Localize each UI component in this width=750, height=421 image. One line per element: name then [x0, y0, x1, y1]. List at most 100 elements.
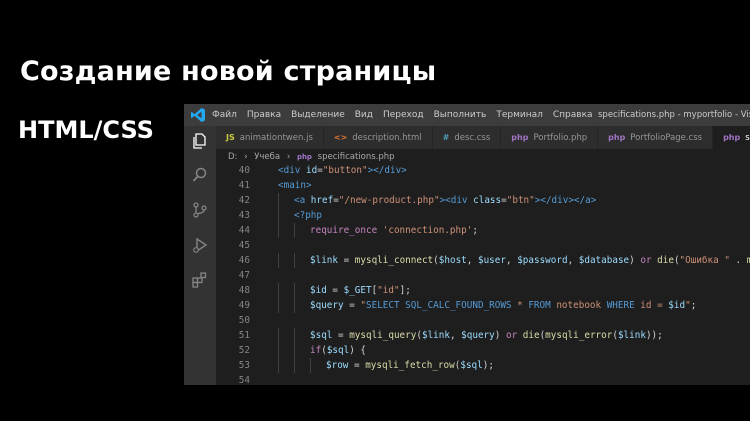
- run-debug-icon[interactable]: [191, 236, 209, 254]
- chevron-right-icon: ›: [286, 152, 291, 162]
- code-token: <?php: [294, 210, 322, 221]
- code-token: ;: [472, 225, 478, 236]
- code-token: =: [343, 300, 361, 311]
- window-title: specifications.php - myportfolio - Visua…: [598, 110, 750, 120]
- code-token: =: [338, 255, 355, 266]
- line-number: 47: [238, 270, 250, 281]
- code-token: .: [729, 255, 747, 266]
- code-token: mysqli_error: [545, 330, 613, 341]
- code-token: $sql: [310, 330, 333, 341]
- explorer-icon[interactable]: [191, 132, 209, 150]
- editor-tab[interactable]: php specif: [713, 126, 750, 149]
- code-token: ,: [466, 255, 478, 266]
- menu-item[interactable]: Терминал: [496, 110, 543, 120]
- code-token: FROM: [528, 300, 557, 311]
- activity-bar: [184, 126, 216, 385]
- code-line: 48 $id = $_GET["id"];: [216, 283, 750, 298]
- editor-tab[interactable]: JS animationtwen.js: [216, 126, 324, 149]
- code-token: SELECT SQL_CALC_FOUND_ROWS: [366, 300, 518, 311]
- breadcrumb-file[interactable]: specifications.php: [318, 152, 395, 162]
- code-token: require_once: [310, 225, 383, 236]
- editor-tab[interactable]: # desc.css: [432, 126, 502, 149]
- code-token: =: [332, 330, 350, 341]
- code-token: $host: [438, 255, 467, 266]
- search-icon[interactable]: [191, 166, 209, 184]
- code-token: $user: [477, 255, 506, 266]
- editor-tab[interactable]: <> description.html: [323, 126, 433, 149]
- code-token: ));: [645, 330, 663, 341]
- menu-item[interactable]: Выделение: [291, 110, 345, 120]
- code-token: ): [629, 255, 641, 266]
- code-text: <?php: [294, 208, 322, 223]
- line-number: 40: [238, 165, 250, 176]
- editor-tab[interactable]: php Portfolio.php: [501, 126, 599, 149]
- vscode-window: Файл Правка Выделение Вид Переход Выполнить Те…: [184, 104, 750, 385]
- code-line: 43 <?php: [216, 208, 750, 223]
- indent-guide: [294, 298, 295, 313]
- code-line: 46 $link = mysqli_connect($host, $user, $…: [216, 253, 750, 268]
- menu-item[interactable]: Справка: [553, 110, 593, 120]
- vscode-logo-icon: [191, 108, 205, 122]
- code-token: $_GET: [343, 285, 372, 296]
- line-number: 44: [238, 225, 250, 236]
- menu-item[interactable]: Переход: [383, 110, 424, 120]
- code-token: die: [657, 255, 674, 266]
- indent-guide: [278, 328, 279, 343]
- code-token: ,: [505, 255, 518, 266]
- code-token: );: [482, 360, 494, 371]
- line-number: 46: [238, 255, 250, 266]
- breadcrumb-drive[interactable]: D:: [228, 152, 237, 162]
- code-token: =: [326, 285, 344, 296]
- line-number: 49: [238, 300, 250, 311]
- code-token: <main>: [278, 180, 312, 191]
- file-type-icon: php: [723, 133, 741, 142]
- tab-label: PortfolioPage.css: [630, 133, 703, 143]
- menu-item[interactable]: Файл: [212, 110, 237, 120]
- editor-tab[interactable]: php PortfolioPage.css: [598, 126, 714, 149]
- code-token: mysqli_connect: [354, 255, 434, 266]
- code-token: $database: [578, 255, 630, 266]
- line-number: 43: [238, 210, 250, 221]
- menu-bar: Файл Правка Выделение Вид Переход Выполнить Те…: [212, 104, 603, 126]
- code-token: ></div></a>: [534, 195, 597, 206]
- tab-label: animationtwen.js: [239, 133, 313, 143]
- indent-guide: [278, 283, 279, 298]
- menu-item[interactable]: Выполнить: [434, 110, 487, 120]
- code-token: $password: [517, 255, 568, 266]
- code-token: $link: [310, 255, 338, 266]
- breadcrumb-folder[interactable]: Учеба: [254, 152, 280, 162]
- code-editor[interactable]: 40 <div id="button"></div> 41 <main> 42 <a hr…: [216, 165, 750, 385]
- code-line: 50: [216, 313, 750, 328]
- code-token: $sql: [460, 360, 483, 371]
- tab-label: desc.css: [454, 133, 491, 143]
- tab-label: description.html: [352, 133, 422, 143]
- line-number: 50: [238, 315, 250, 326]
- menu-item[interactable]: Вид: [355, 110, 373, 120]
- code-line: 53 $row = mysqli_fetch_row($sql);: [216, 358, 750, 373]
- indent-guide: [278, 208, 279, 223]
- line-number: 54: [238, 375, 250, 385]
- code-line: 52 if($sql) {: [216, 343, 750, 358]
- line-number: 51: [238, 330, 250, 341]
- code-token: $link: [617, 330, 646, 341]
- code-token: ,: [567, 255, 579, 266]
- indent-guide: [310, 358, 311, 373]
- code-token: "button": [322, 165, 368, 176]
- code-text: $link = mysqli_connect($host, $user, $pa…: [310, 253, 750, 268]
- code-line: 41 <main>: [216, 178, 750, 193]
- indent-guide: [278, 253, 279, 268]
- code-line: 47: [216, 268, 750, 283]
- code-line: 45: [216, 238, 750, 253]
- slide-subtitle: HTML/CSS: [18, 116, 154, 144]
- indent-guide: [294, 343, 295, 358]
- line-number: 42: [238, 195, 250, 206]
- code-token: "id": [377, 285, 400, 296]
- code-token: <div: [278, 165, 306, 176]
- code-token: or: [505, 330, 523, 341]
- slide-title: Создание новой страницы: [20, 56, 437, 87]
- menu-item[interactable]: Правка: [247, 110, 281, 120]
- source-control-icon[interactable]: [191, 201, 209, 219]
- code-line: 51 $sql = mysqli_query($link, $query) or …: [216, 328, 750, 343]
- extensions-icon[interactable]: [191, 271, 209, 289]
- code-token: $row: [326, 360, 349, 371]
